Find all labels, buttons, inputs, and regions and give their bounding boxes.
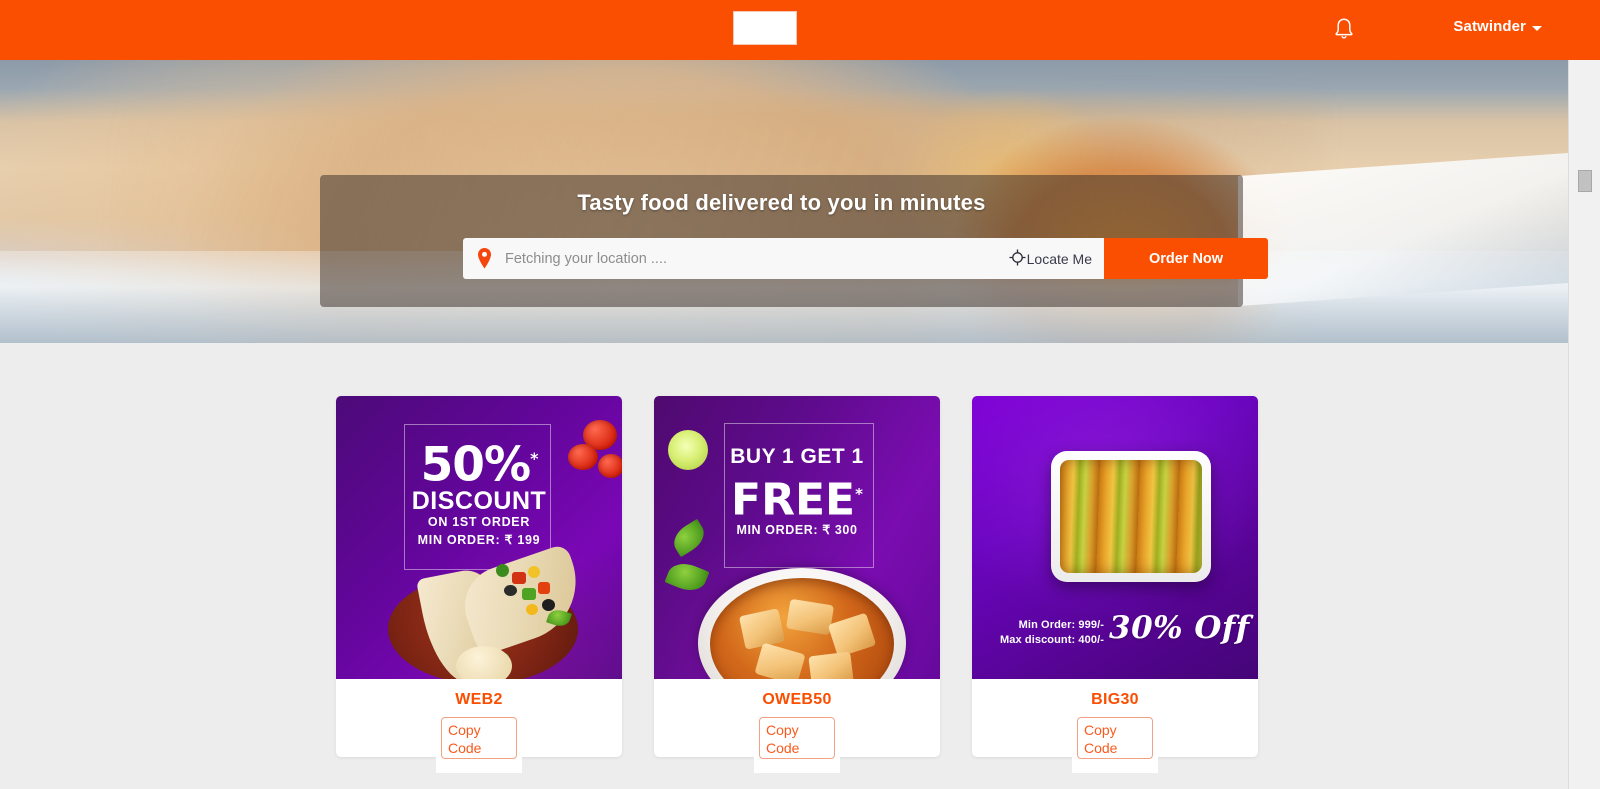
promo-line1: BUY 1 GET 1 xyxy=(730,445,864,468)
copy-code-button[interactable]: Copy Code xyxy=(1077,717,1153,759)
location-search-input[interactable] xyxy=(505,238,1009,279)
copy-code-button[interactable]: Copy Code xyxy=(441,717,517,759)
promo-code-column: BIG30 Copy Code xyxy=(1072,679,1158,773)
promo-sub1: ON 1ST ORDER xyxy=(427,515,531,529)
promo-code: BIG30 xyxy=(1091,691,1139,708)
promo-card-body: OWEB50 Copy Code xyxy=(654,679,940,773)
promo-card[interactable]: 50%* DISCOUNT ON 1ST ORDER MIN ORDER: ₹ … xyxy=(336,396,622,773)
promo-sub2: MIN ORDER: ₹ 199 xyxy=(417,533,541,547)
hero-banner: Tasty food delivered to you in minutes F… xyxy=(0,60,1568,343)
promo-conditions: Min Order: 999/- Max discount: 400/- xyxy=(1000,619,1104,646)
user-name-label: Satwinder xyxy=(1453,18,1526,35)
user-menu-button[interactable]: Satwinder xyxy=(1453,18,1542,35)
promo-card[interactable]: BUY 1 GET 1 FREE* MIN ORDER: ₹ 300 OWEB5… xyxy=(654,396,940,773)
promo-code: OWEB50 xyxy=(762,691,832,708)
copy-code-button[interactable]: Copy Code xyxy=(759,717,835,759)
promo-percent: 50%* xyxy=(420,437,539,493)
site-logo[interactable] xyxy=(733,11,797,45)
promo-card-body: WEB2 Copy Code xyxy=(336,679,622,773)
order-now-button[interactable]: Order Now xyxy=(1104,238,1268,279)
crosshair-icon xyxy=(1009,248,1026,269)
locate-me-label: Locate Me xyxy=(1026,250,1092,267)
promo-code-column: WEB2 Copy Code xyxy=(436,679,522,773)
location-pin-icon xyxy=(463,238,505,279)
app-root: Satwinder Tasty food delivered to you in… xyxy=(0,0,1600,789)
top-navbar: Satwinder xyxy=(0,0,1600,60)
page-scrollbar[interactable] xyxy=(1568,60,1600,789)
promo-line2: FREE* xyxy=(731,474,863,526)
locate-me-button[interactable]: Locate Me xyxy=(1009,238,1104,279)
hero-plate-right xyxy=(1238,153,1568,307)
promo-code: WEB2 xyxy=(455,691,503,708)
promo-banner-image: BUY 1 GET 1 FREE* MIN ORDER: ₹ 300 xyxy=(654,396,940,679)
promo-food-image xyxy=(1060,460,1202,573)
promo-sub1: MIN ORDER: ₹ 300 xyxy=(736,523,858,537)
promo-card[interactable]: Min Order: 999/- Max discount: 400/- 30%… xyxy=(972,396,1258,773)
promo-code-column: OWEB50 Copy Code xyxy=(754,679,840,773)
promo-headline: DISCOUNT xyxy=(411,487,547,515)
notifications-bell-button[interactable] xyxy=(1328,12,1360,46)
hero-title: Tasty food delivered to you in minutes xyxy=(577,190,986,215)
promo-food-tray xyxy=(1051,451,1211,582)
location-search-bar: Locate Me xyxy=(463,238,1104,279)
chevron-down-icon xyxy=(1532,26,1542,31)
promo-card-grid: 50%* DISCOUNT ON 1ST ORDER MIN ORDER: ₹ … xyxy=(336,396,1258,773)
promotions-section: 50%* DISCOUNT ON 1ST ORDER MIN ORDER: ₹ … xyxy=(0,343,1568,789)
promo-card-body: BIG30 Copy Code xyxy=(972,679,1258,773)
hero-overlay-panel: Tasty food delivered to you in minutes F… xyxy=(320,175,1268,307)
scrollbar-thumb[interactable] xyxy=(1578,170,1592,192)
promo-banner-image: 50%* DISCOUNT ON 1ST ORDER MIN ORDER: ₹ … xyxy=(336,396,622,679)
bell-icon xyxy=(1333,17,1355,41)
promo-offer: 30% Off xyxy=(1109,610,1250,646)
promo-banner-image: Min Order: 999/- Max discount: 400/- 30%… xyxy=(972,396,1258,679)
